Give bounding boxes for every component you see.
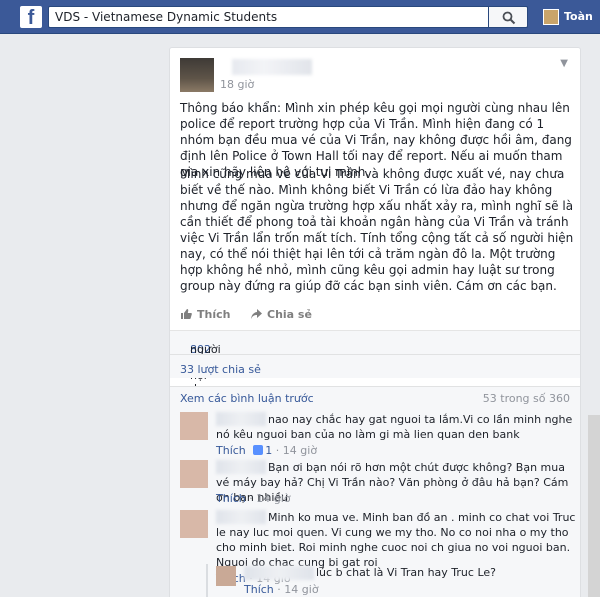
comment-text: Minh ko mua ve. Minh ban đồ an . minh co… — [216, 511, 576, 569]
comment-section: nao nay chắc hay gat nguoi ta lắm.Vi co … — [170, 406, 580, 597]
comment-text: nao nay chắc hay gat nguoi ta lắm.Vi co … — [216, 413, 573, 441]
likes-summary: 802 người thích nội dung này. — [170, 330, 580, 408]
reply-avatar[interactable] — [216, 566, 236, 586]
user-name-link[interactable]: Toàn — [564, 10, 593, 23]
commenter-avatar[interactable] — [180, 510, 208, 538]
reply-time[interactable]: 14 giờ — [284, 583, 318, 596]
shares-summary: 33 lượt chia sẻ — [170, 354, 580, 378]
search-icon — [502, 11, 516, 25]
facebook-logo-icon[interactable]: f — [20, 6, 42, 28]
share-label: Chia sẻ — [267, 308, 312, 321]
reply-name-redacted[interactable] — [244, 566, 314, 580]
comment-like-link[interactable]: Thích — [216, 444, 246, 457]
search-value: VDS - Vietnamese Dynamic Students — [55, 10, 278, 24]
reply-thread: lúc b chat là Vi Tran hay Truc Le? Thích… — [206, 564, 566, 597]
commenter-avatar[interactable] — [180, 460, 208, 488]
share-icon — [251, 309, 262, 319]
user-avatar[interactable] — [543, 9, 559, 25]
scrollbar[interactable] — [588, 415, 600, 597]
post-time[interactable]: 18 giờ — [220, 78, 254, 91]
comment-like-count[interactable]: 1 — [265, 444, 272, 457]
chevron-down-icon[interactable]: ▼ — [560, 58, 568, 69]
author-name-redacted[interactable] — [232, 59, 312, 75]
search-button[interactable] — [488, 6, 528, 28]
post-paragraph-2: Mình cũng mua vé của Vi Trần và không đư… — [180, 167, 574, 293]
thumbs-up-icon — [253, 445, 264, 455]
reply-meta: Thích · 14 giờ — [244, 583, 319, 596]
top-bar: f VDS - Vietnamese Dynamic Students Toàn — [0, 0, 600, 34]
like-button[interactable]: Thích — [180, 308, 230, 321]
shares-link[interactable]: 33 lượt chia sẻ — [180, 363, 261, 376]
thumbs-up-icon — [181, 309, 192, 319]
search-input[interactable]: VDS - Vietnamese Dynamic Students — [48, 6, 528, 28]
like-label: Thích — [197, 308, 231, 321]
comment-meta: Thích 1 · 14 giờ — [216, 444, 318, 457]
more-comments-bar: Xem các bình luận trước 53 trong số 360 — [170, 386, 580, 406]
more-comments-link[interactable]: Xem các bình luận trước — [180, 392, 314, 405]
reply-text: lúc b chat là Vi Tran hay Truc Le? — [316, 566, 496, 579]
author-avatar[interactable] — [180, 58, 214, 92]
comment-time[interactable]: 14 giờ — [283, 444, 317, 457]
post-card: 18 giờ ▼ Thông báo khẩn: Mình xin phép k… — [169, 47, 581, 597]
comment-count: 53 trong số 360 — [482, 392, 570, 405]
comment-like-link[interactable]: Thích — [216, 492, 246, 505]
comment-time[interactable]: 14 giờ — [256, 492, 290, 505]
post-actions: Thích Chia sẻ — [180, 308, 574, 328]
commenter-avatar[interactable] — [180, 412, 208, 440]
reply-like-link[interactable]: Thích — [244, 583, 274, 596]
comment-meta: Thích · 14 giờ — [216, 492, 291, 505]
share-button[interactable]: Chia sẻ — [250, 308, 312, 321]
